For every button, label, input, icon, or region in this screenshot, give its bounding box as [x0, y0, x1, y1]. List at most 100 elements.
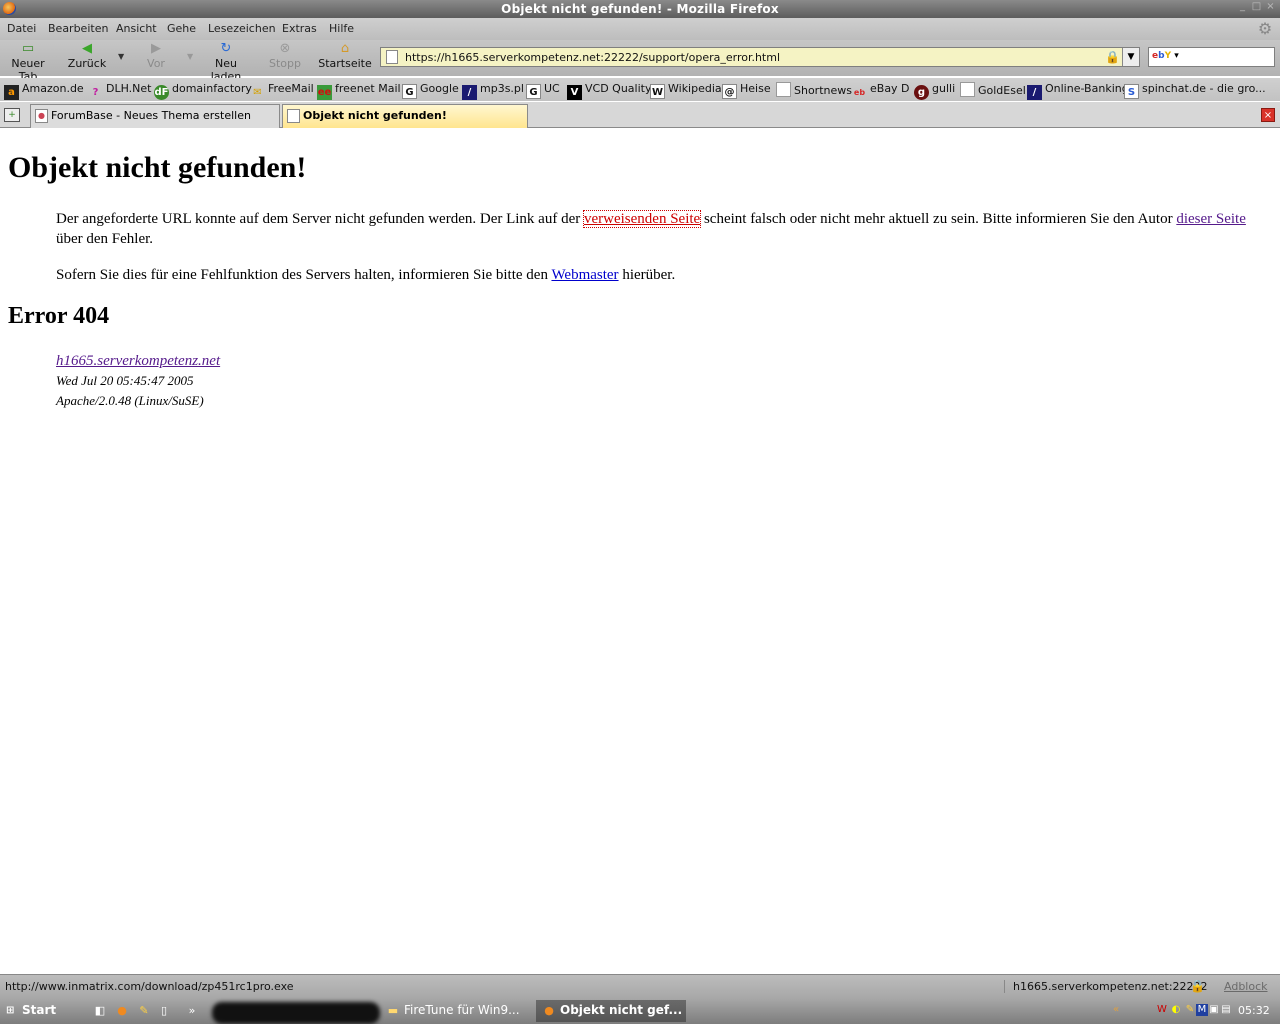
page-icon [386, 50, 398, 64]
bookmark-wikipedia[interactable]: W Wikipedia [650, 82, 722, 99]
quicklaunch-app-icon[interactable]: ▯ [156, 1003, 172, 1019]
heise-icon: @ [722, 84, 737, 99]
clock[interactable]: 05:32 [1238, 1004, 1270, 1017]
close-tab-icon[interactable]: × [1261, 108, 1275, 122]
bookmark-uc[interactable]: G UC [526, 82, 560, 99]
menu-datei[interactable]: Datei [7, 22, 36, 35]
bookmark-freemail[interactable]: ✉ FreeMail [250, 82, 313, 100]
tray-tool-icon[interactable]: ✎ [1184, 1004, 1196, 1016]
start-button[interactable]: ⊞ Start [0, 1000, 76, 1022]
close-icon[interactable]: × [1265, 2, 1276, 13]
tab-forumbase[interactable]: ● ForumBase - Neues Thema erstellen [30, 104, 280, 128]
spinchat-icon: S [1124, 84, 1139, 99]
home-icon: ⌂ [340, 41, 350, 56]
url-history-dropdown-icon[interactable]: ▼ [1122, 48, 1139, 66]
minimize-icon[interactable]: _ [1237, 2, 1248, 13]
server-software: Apache/2.0.48 (Linux/SuSE) [56, 393, 204, 408]
bookmark-vcd-quality[interactable]: V VCD Quality [567, 82, 651, 100]
bookmarks-toolbar: a Amazon.de ? DLH.Net dF domainfactory ✉ Fre… [0, 78, 1280, 101]
menu-ansicht[interactable]: Ansicht [116, 22, 157, 35]
bookmark-shortnews[interactable]: Shortnews [776, 82, 852, 97]
status-security-host[interactable]: h1665.serverkompetenz.net:22222 [1004, 980, 1208, 993]
tab-objekt-nicht-gefunden[interactable]: Objekt nicht gefunden! [282, 104, 528, 128]
task-firefox[interactable]: ● Objekt nicht gef... [536, 1000, 686, 1022]
lock-icon[interactable]: 🔒 [1190, 979, 1205, 993]
forward-history-dropdown-icon[interactable]: ▼ [187, 52, 193, 61]
forumbase-icon: ● [35, 109, 48, 123]
google-icon: G [402, 84, 417, 99]
webmaster-link[interactable]: Webmaster [551, 267, 618, 283]
status-text: http://www.inmatrix.com/download/zp451rc… [5, 980, 294, 993]
tray-expand-icon[interactable]: « [1110, 1004, 1122, 1016]
home-button[interactable]: ⌂ Startseite [318, 41, 372, 71]
page-icon [776, 82, 791, 97]
menu-hilfe[interactable]: Hilfe [329, 22, 354, 35]
quicklaunch-more-icon[interactable]: » [184, 1003, 200, 1019]
new-tab-icon[interactable]: + [4, 108, 20, 122]
bookmark-amazon[interactable]: a Amazon.de [4, 82, 84, 100]
webmaster-notice: Sofern Sie dies für eine Fehlfunktion de… [56, 267, 676, 283]
new-tab-icon: ▭ [21, 41, 35, 56]
gulli-icon: g [914, 85, 929, 100]
bookmark-heise[interactable]: @ Heise [722, 82, 771, 99]
error-code-heading: Error 404 [8, 303, 110, 329]
server-host-link[interactable]: h1665.serverkompetenz.net [56, 353, 220, 369]
ebay-search-engine-icon[interactable]: ebY ▾ [1152, 51, 1179, 61]
adblock-button[interactable]: Adblock [1224, 980, 1268, 993]
maximize-icon[interactable]: □ [1251, 2, 1262, 13]
redacted-area [212, 1002, 380, 1024]
back-button[interactable]: ◀ Zurück [66, 41, 108, 71]
menu-lesezeichen[interactable]: Lesezeichen [208, 22, 276, 35]
new-tab-button[interactable]: ▭ Neuer Tab [2, 41, 54, 84]
lock-icon[interactable]: 🔒 [1105, 50, 1120, 64]
tray-app-icon[interactable]: ◐ [1170, 1004, 1182, 1016]
address-url[interactable]: https://h1665.serverkompetenz.net:22222/… [405, 51, 780, 64]
quicklaunch-desktop-icon[interactable]: ◧ [92, 1003, 108, 1019]
referring-page-link[interactable]: verweisenden Seite [582, 210, 702, 228]
firefox-icon: ● [544, 1004, 554, 1017]
error-description: Der angeforderte URL konnte auf dem Serv… [56, 210, 1246, 247]
tray-m-icon[interactable]: M [1196, 1004, 1208, 1016]
stop-button[interactable]: ⊗ Stopp [268, 42, 302, 71]
amazon-icon: a [4, 85, 19, 100]
bookmark-google[interactable]: G Google [402, 82, 459, 99]
window-title: Objekt nicht gefunden! - Mozilla Firefox [501, 2, 779, 16]
page-icon [960, 82, 975, 97]
bookmark-dlh[interactable]: ? DLH.Net [88, 82, 152, 100]
forward-arrow-icon: ▶ [151, 41, 161, 56]
menu-gehe[interactable]: Gehe [167, 22, 196, 35]
reload-button[interactable]: ↻ Neu laden [200, 42, 252, 84]
menu-bearbeiten[interactable]: Bearbeiten [48, 22, 108, 35]
bank-icon: / [1027, 85, 1042, 100]
bookmark-spinchat[interactable]: Sspinchat.de - die gro... [1124, 82, 1266, 99]
bookmark-freenet[interactable]: ee freenet Mail [317, 82, 401, 100]
bookmark-online-banking[interactable]: / Online-Banking [1027, 82, 1129, 100]
bookmark-mp3s[interactable]: / mp3s.pl [462, 82, 524, 100]
menu-bar: Datei Bearbeiten Ansicht Gehe Lesezeiche… [0, 18, 1280, 40]
back-arrow-icon: ◀ [82, 41, 92, 56]
bookmark-domainfactory[interactable]: dF domainfactory [154, 82, 252, 100]
tray-w-icon[interactable]: W [1156, 1004, 1168, 1016]
back-history-dropdown-icon[interactable]: ▼ [118, 52, 124, 61]
address-bar[interactable]: https://h1665.serverkompetenz.net:22222/… [380, 47, 1140, 67]
search-box[interactable]: ebY ▾ [1148, 47, 1275, 67]
bookmark-ebay[interactable]: eb eBay D [852, 82, 910, 100]
freenet-icon: ee [317, 85, 332, 100]
page-title: Objekt nicht gefunden! [8, 151, 307, 184]
bookmark-gulli[interactable]: g gulli [914, 82, 955, 100]
this-page-link[interactable]: dieser Seite [1176, 211, 1246, 227]
task-firetune[interactable]: ▬ FireTune für Win9... [380, 1000, 530, 1022]
bookmark-goldesel[interactable]: GoldEsel [960, 82, 1026, 97]
status-bar: http://www.inmatrix.com/download/zp451rc… [0, 974, 1280, 998]
tray-volume-icon[interactable]: ▤ [1220, 1004, 1232, 1016]
quicklaunch-tool-icon[interactable]: ✎ [136, 1003, 152, 1019]
tray-network-icon[interactable]: ▣ [1208, 1004, 1220, 1016]
quicklaunch-firefox-icon[interactable]: ● [114, 1003, 130, 1019]
page-content: Objekt nicht gefunden! Der angeforderte … [0, 129, 1280, 974]
freemail-icon: ✉ [253, 87, 262, 98]
ebay-icon: eb [853, 88, 866, 97]
uc-icon: G [526, 84, 541, 99]
forward-button[interactable]: ▶ Vor [140, 41, 172, 71]
menu-extras[interactable]: Extras [282, 22, 317, 35]
throbber-gear-icon: ⚙ [1257, 19, 1273, 38]
